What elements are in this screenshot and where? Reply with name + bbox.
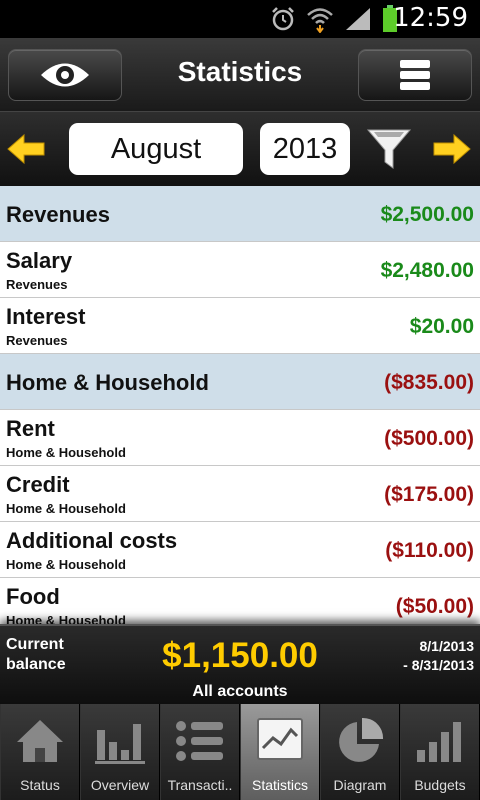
tab-label: Status [20,777,60,793]
item-amount: $2,480.00 [380,259,474,282]
item-amount: ($500.00) [384,427,474,450]
tab-label: Budgets [414,777,466,793]
balance-label-line2: balance [6,656,66,673]
item-name: Food [6,584,60,609]
bar-chart-icon [95,724,145,764]
home-icon [17,720,63,762]
budget-bars-icon [417,722,461,762]
group-name: Home & Household [6,370,209,395]
filter-icon[interactable] [366,126,412,172]
item-category: Revenues [6,277,68,292]
visibility-button[interactable] [8,49,122,101]
bottom-tab-bar: Status Overview Transacti.. Statistics D… [0,704,480,800]
menu-icon [400,60,430,90]
group-name: Revenues [6,202,110,227]
period-selector: August 2013 [0,112,480,186]
menu-button[interactable] [358,49,472,101]
year-field[interactable]: 2013 [260,123,350,175]
list-item-salary[interactable]: Salary Revenues $2,480.00 [0,242,480,298]
balance-date-range: 8/1/2013 - 8/31/2013 [403,637,474,675]
tab-diagram[interactable]: Diagram [320,704,400,800]
item-name: Credit [6,472,70,497]
list-icon [176,721,223,761]
tab-label: Overview [90,777,150,793]
item-name: Additional costs [6,528,178,553]
tab-status[interactable]: Status [0,704,80,800]
status-time: 12:59 [393,3,468,33]
item-category: Home & Household [6,501,126,516]
tab-overview[interactable]: Overview [80,704,160,800]
wifi-icon [307,8,333,33]
next-period-arrow-icon[interactable] [432,129,472,169]
status-icons [270,4,398,34]
list-item-food[interactable]: Food Home & Household ($50.00) [0,578,480,630]
balance-summary: Current balance $1,150.00 8/1/2013 - 8/3… [0,624,480,704]
tab-label: Transacti.. [167,777,233,793]
app-header: Statistics [0,38,480,112]
date-to: - 8/31/2013 [403,657,474,673]
item-amount: $20.00 [409,315,474,338]
previous-period-arrow-icon[interactable] [6,129,46,169]
tab-label: Diagram [333,777,387,793]
balance-label-line1: Current [6,636,64,653]
balance-value: $1,150.00 [162,636,318,675]
item-name: Interest [6,304,86,329]
statistics-list: Revenues $2,500.00 Salary Revenues $2,48… [0,186,480,630]
item-name: Salary [6,248,73,273]
list-item-credit[interactable]: Credit Home & Household ($175.00) [0,466,480,522]
list-item-interest[interactable]: Interest Revenues $20.00 [0,298,480,354]
date-from: 8/1/2013 [419,638,475,654]
group-amount: ($835.00) [384,371,474,394]
group-amount: $2,500.00 [380,203,474,226]
signal-icon [346,8,370,30]
eye-icon [41,63,89,87]
item-amount: ($175.00) [384,483,474,506]
item-amount: ($110.00) [385,539,474,562]
item-amount: ($50.00) [395,595,474,618]
group-row-home-household[interactable]: Home & Household ($835.00) [0,354,480,410]
list-item-additional-costs[interactable]: Additional costs Home & Household ($110.… [0,522,480,578]
tab-label: Statistics [251,777,308,793]
item-category: Revenues [6,333,68,348]
month-field[interactable]: August [69,123,243,175]
group-row-revenues[interactable]: Revenues $2,500.00 [0,186,480,242]
item-name: Rent [6,416,55,441]
tab-transactions[interactable]: Transacti.. [160,704,240,800]
line-chart-icon [257,718,303,760]
alarm-icon [272,7,294,31]
item-category: Home & Household [6,445,126,460]
balance-label: Current balance [6,635,96,675]
app-root: 12:59 Statistics August 2013 Revenues $2… [0,0,480,800]
status-bar: 12:59 [0,0,480,38]
list-item-rent[interactable]: Rent Home & Household ($500.00) [0,410,480,466]
pie-chart-icon [339,717,384,762]
tab-budgets[interactable]: Budgets [400,704,480,800]
tab-statistics[interactable]: Statistics [240,704,320,800]
item-category: Home & Household [6,557,126,572]
page-title: Statistics [177,56,303,87]
accounts-label[interactable]: All accounts [0,683,480,701]
